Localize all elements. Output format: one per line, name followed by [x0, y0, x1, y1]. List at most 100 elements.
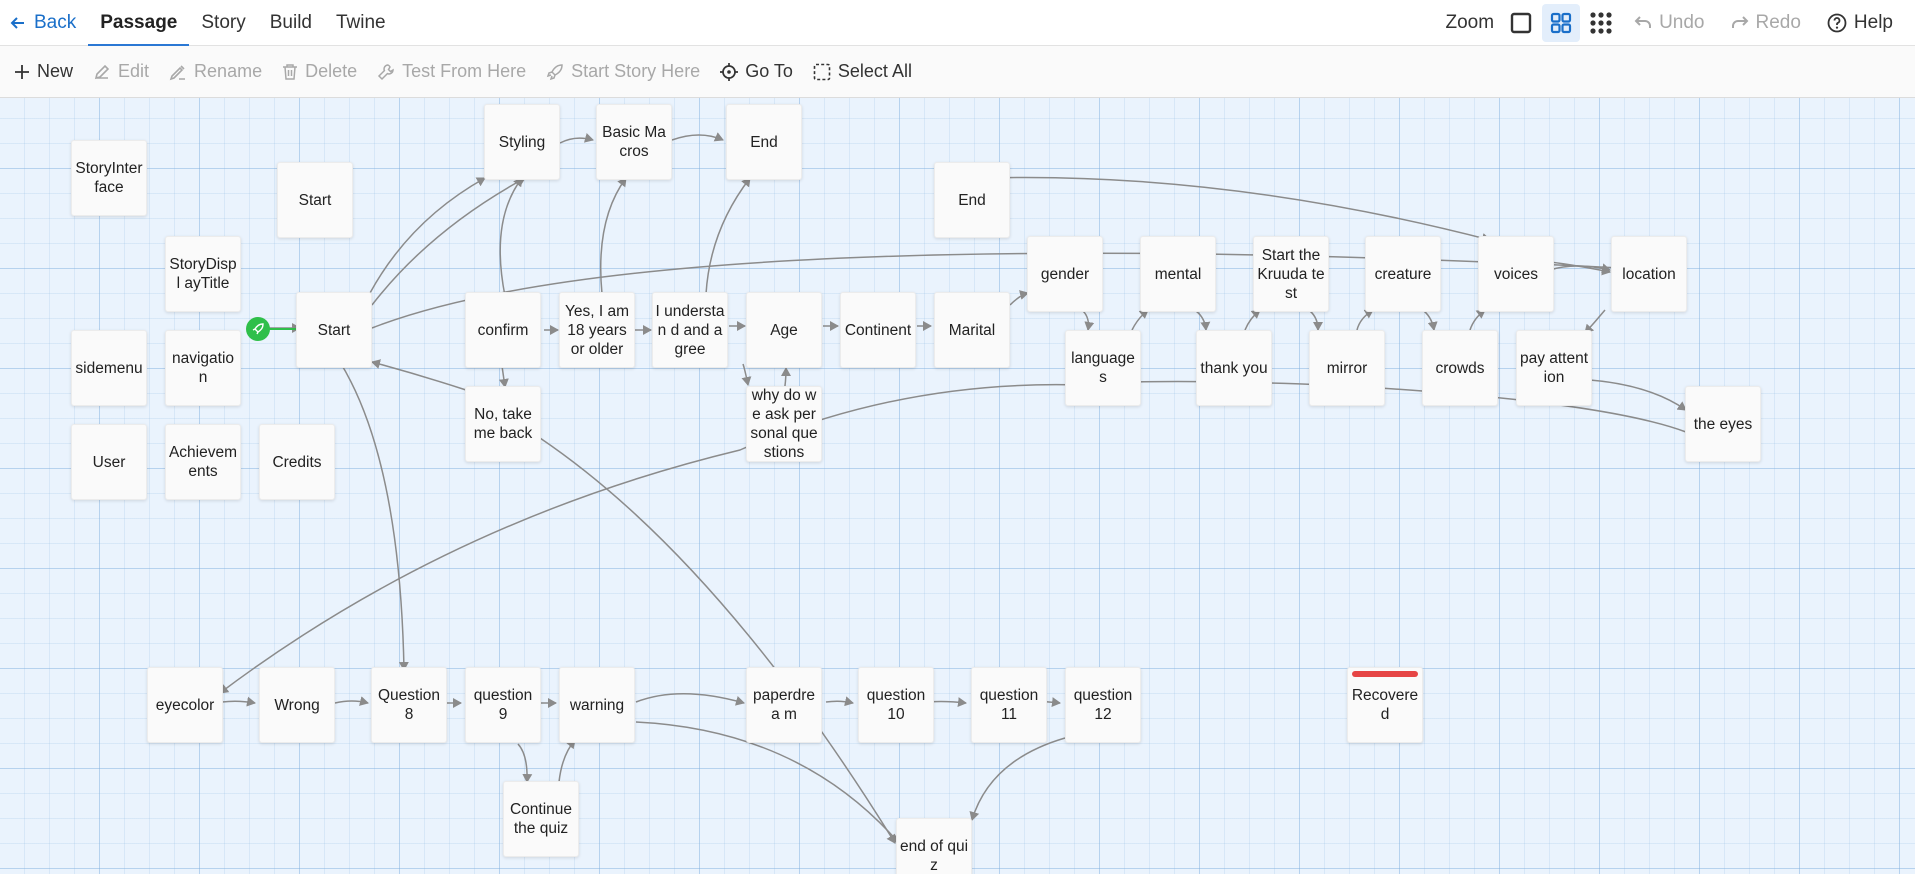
passage-card-theeyes[interactable]: the eyes	[1685, 386, 1761, 462]
passage-card-recovered[interactable]: Recovere d	[1347, 667, 1423, 743]
passage-card-end-top[interactable]: End	[726, 104, 802, 180]
passage-card-mental[interactable]: mental	[1140, 236, 1216, 312]
passage-toolbar: New Edit Rename Delete Test From Here St…	[0, 46, 1915, 98]
go-to-button[interactable]: Go To	[710, 46, 803, 98]
passage-name: the eyes	[1693, 415, 1753, 433]
passage-card-user[interactable]: User	[71, 424, 147, 500]
passage-card-location[interactable]: location	[1611, 236, 1687, 312]
passage-card-continent[interactable]: Continent	[840, 292, 916, 368]
passage-name: Wrong	[274, 696, 320, 714]
passage-name: Marital	[948, 321, 996, 339]
passage-card-continuequiz[interactable]: Continue the quiz	[503, 781, 579, 857]
passage-card-storydisplaytitle[interactable]: StoryDispl ayTitle	[165, 236, 241, 312]
zoom-medium-button[interactable]	[1542, 4, 1581, 42]
select-all-label: Select All	[837, 61, 912, 81]
undo-label: Undo	[1659, 12, 1705, 33]
tab-build[interactable]: Build	[258, 0, 324, 46]
test-from-here-label: Test From Here	[402, 61, 527, 81]
help-button[interactable]: Help	[1815, 0, 1905, 46]
new-button[interactable]: New	[4, 46, 83, 98]
passage-card-notakemeback[interactable]: No, take me back	[465, 386, 541, 462]
passage-name: Continue the quiz	[509, 801, 573, 837]
trash-icon	[283, 63, 298, 80]
story-map[interactable]: StoryInter face Start Styling Basic Macros E…	[0, 98, 1915, 874]
passage-card-understand[interactable]: I understan d and agree	[652, 292, 728, 368]
passage-card-navigation[interactable]: navigatio n	[165, 330, 241, 406]
passage-card-crowds[interactable]: crowds	[1422, 330, 1498, 406]
passage-name: creature	[1374, 265, 1432, 283]
passage-name: Start	[317, 321, 351, 339]
passage-card-end-2[interactable]: End	[934, 162, 1010, 238]
back-button[interactable]: Back	[0, 0, 88, 46]
passage-card-gender[interactable]: gender	[1027, 236, 1103, 312]
start-rocket-marker	[246, 317, 270, 341]
passage-card-voices[interactable]: voices	[1478, 236, 1554, 312]
passage-card-credits[interactable]: Credits	[259, 424, 335, 500]
passage-card-payattention[interactable]: pay attention	[1516, 330, 1592, 406]
zoom-large-button[interactable]	[1502, 4, 1540, 42]
passage-card-storyinterface[interactable]: StoryInter face	[71, 140, 147, 216]
passage-name: End	[958, 191, 986, 209]
zoom-small-button[interactable]	[1582, 4, 1620, 42]
passage-card-yes18[interactable]: Yes, I am 18 years or older	[559, 292, 635, 368]
edit-button[interactable]: Edit	[83, 46, 159, 98]
passage-card-thankyou[interactable]: thank you	[1196, 330, 1272, 406]
delete-button[interactable]: Delete	[272, 46, 367, 98]
passage-card-basic-macros[interactable]: Basic Macros	[596, 104, 672, 180]
passage-card-question11[interactable]: question 11	[971, 667, 1047, 743]
passage-name: mirror	[1326, 359, 1368, 377]
passage-name: Credits	[272, 453, 322, 471]
go-to-label: Go To	[745, 61, 793, 81]
passage-card-warning[interactable]: warning	[559, 667, 635, 743]
select-all-button[interactable]: Select All	[803, 46, 922, 98]
passage-card-paperdream[interactable]: paperdrea m	[746, 667, 822, 743]
pencil-icon	[94, 64, 110, 79]
passage-card-confirm[interactable]: confirm	[465, 292, 541, 368]
passage-card-question12[interactable]: question 12	[1065, 667, 1141, 743]
delete-label: Delete	[305, 61, 358, 81]
passage-card-wrong[interactable]: Wrong	[259, 667, 335, 743]
passage-name: languages	[1071, 350, 1135, 386]
passage-card-languages[interactable]: languages	[1065, 330, 1141, 406]
passage-card-sidemenu[interactable]: sidemenu	[71, 330, 147, 406]
passage-card-question8[interactable]: Question 8	[371, 667, 447, 743]
tab-story[interactable]: Story	[189, 0, 257, 46]
undo-button[interactable]: Undo	[1622, 0, 1716, 46]
passage-card-start-top[interactable]: Start	[277, 162, 353, 238]
passage-name: voices	[1494, 265, 1538, 283]
passage-name: crowds	[1435, 359, 1485, 377]
passage-card-endofquiz[interactable]: end of quiz	[896, 818, 972, 874]
grid-9-icon	[1590, 12, 1612, 34]
passage-name: thank you	[1200, 359, 1268, 377]
passage-card-kruuda[interactable]: Start the Kruuda test	[1253, 236, 1329, 312]
right-tools: Zoom Undo Redo Help	[1446, 0, 1906, 46]
passage-name: No, take me back	[473, 406, 533, 442]
rename-button[interactable]: Rename	[159, 46, 272, 98]
passage-name: end of quiz	[899, 838, 969, 874]
passage-card-question9[interactable]: question 9	[465, 667, 541, 743]
passage-card-question10[interactable]: question 10	[858, 667, 934, 743]
tab-passage[interactable]: Passage	[88, 0, 190, 47]
passage-card-whydoweask[interactable]: why do we ask personal questions	[746, 386, 822, 462]
passage-name: Question 8	[377, 687, 441, 723]
help-label: Help	[1853, 12, 1893, 33]
passage-name: eyecolor	[155, 696, 215, 714]
passage-name: Age	[770, 321, 798, 339]
passage-card-creature[interactable]: creature	[1365, 236, 1441, 312]
passage-card-mirror[interactable]: mirror	[1309, 330, 1385, 406]
passage-card-marital[interactable]: Marital	[934, 292, 1010, 368]
passage-card-eyecolor[interactable]: eyecolor	[147, 667, 223, 743]
passage-name: End	[750, 133, 778, 151]
passage-name: StoryInter face	[75, 160, 143, 196]
test-from-here-button[interactable]: Test From Here	[367, 46, 536, 98]
redo-button[interactable]: Redo	[1719, 0, 1813, 46]
passage-card-styling[interactable]: Styling	[484, 104, 560, 180]
passage-name: navigatio n	[171, 350, 235, 386]
passage-card-age[interactable]: Age	[746, 292, 822, 368]
passage-card-start-main[interactable]: Start	[296, 292, 372, 368]
passage-name: confirm	[477, 321, 529, 339]
tab-twine[interactable]: Twine	[324, 0, 398, 46]
passage-card-achievements[interactable]: Achievem ents	[165, 424, 241, 500]
passage-name: Yes, I am 18 years or older	[564, 302, 630, 358]
start-story-here-button[interactable]: Start Story Here	[536, 46, 710, 98]
